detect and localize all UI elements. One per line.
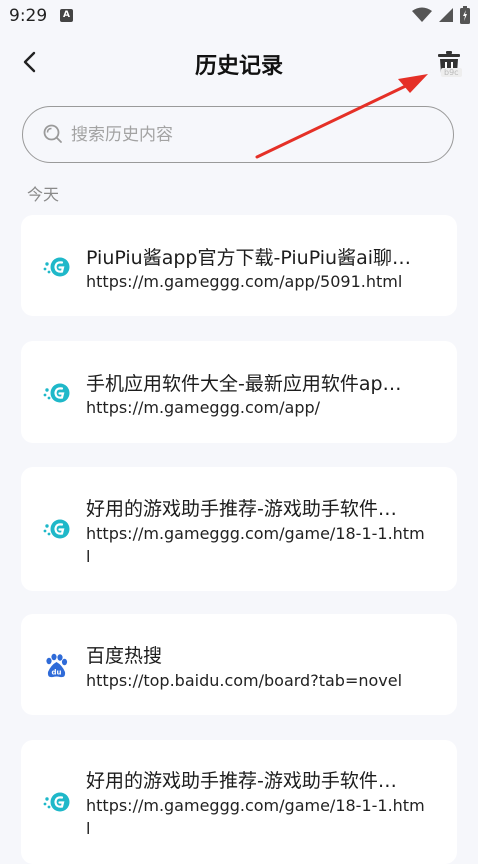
wifi-icon (412, 7, 432, 22)
debug-tag: b9c (441, 68, 462, 77)
history-item[interactable]: PiuPiu酱app官方下载-PiuPiu酱ai聊… https://m.gam… (21, 215, 457, 316)
history-item-url: https://m.gameggg.com/app/ (86, 398, 321, 417)
history-item-title: 好用的游戏助手推荐-游戏助手软件… (86, 498, 397, 520)
history-item-title: 好用的游戏助手推荐-游戏助手软件… (86, 770, 397, 792)
notification-icon: A (60, 9, 73, 22)
history-item-url: https://m.gameggg.com/game/18-1-1.html (86, 796, 425, 838)
app-header: 历史记录 b9c (0, 34, 478, 90)
search-input[interactable] (69, 120, 433, 150)
gameggg-icon (43, 383, 70, 403)
battery-icon (460, 6, 470, 24)
gameggg-icon (43, 257, 70, 277)
history-item-url: https://top.baidu.com/board?tab=novel (86, 671, 403, 690)
search-icon (43, 124, 62, 143)
cellular-signal-icon (439, 8, 453, 22)
history-item[interactable]: du 百度热搜 https://top.baidu.com/board?tab=… (21, 614, 457, 715)
gameggg-icon (43, 792, 70, 812)
section-label-today: 今天 (27, 185, 60, 204)
status-icons (412, 6, 470, 24)
page-title: 历史记录 (194, 54, 283, 79)
history-item-url: https://m.gameggg.com/game/18-1-1.html (86, 524, 425, 566)
status-time: 9:29 (9, 6, 48, 26)
history-item[interactable]: 好用的游戏助手推荐-游戏助手软件… https://m.gameggg.com/… (21, 740, 457, 864)
svg-text:du: du (52, 669, 62, 677)
history-item[interactable]: 好用的游戏助手推荐-游戏助手软件… https://m.gameggg.com/… (21, 467, 457, 591)
history-item-title: PiuPiu酱app官方下载-PiuPiu酱ai聊… (86, 247, 411, 269)
history-item[interactable]: 手机应用软件大全-最新应用软件ap… https://m.gameggg.com… (21, 341, 457, 443)
search-bar[interactable] (22, 106, 454, 163)
history-item-url: https://m.gameggg.com/app/5091.html (86, 272, 403, 291)
gameggg-icon (43, 519, 70, 539)
baidu-icon: du (46, 653, 68, 678)
history-item-title: 百度热搜 (86, 645, 163, 667)
status-bar: 9:29 A (0, 0, 478, 34)
history-item-title: 手机应用软件大全-最新应用软件ap… (86, 373, 402, 395)
